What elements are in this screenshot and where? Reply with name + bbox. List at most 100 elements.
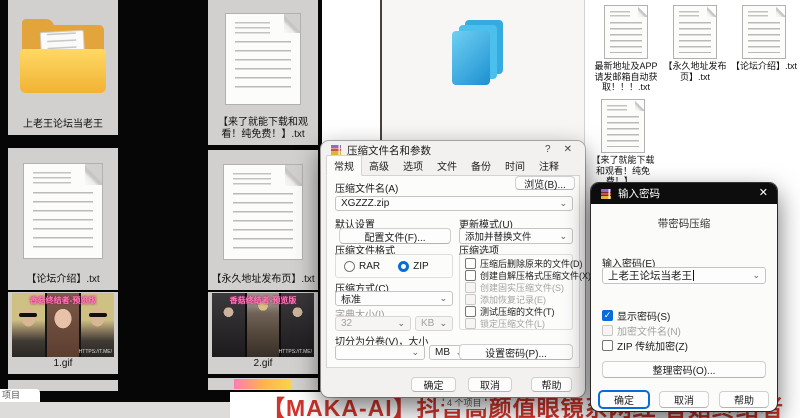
desktop-item-gif1[interactable]: 香菇终结者-预览版 HTTPS://T.ME/ 1.gif — [8, 292, 118, 374]
file-label: 【来了就能下载 和观看！纯免 费！】... — [591, 155, 654, 187]
tab-backup[interactable]: 备份 — [464, 156, 498, 175]
format-rar-radio[interactable]: RAR — [344, 261, 380, 272]
checkbox-icon — [465, 294, 476, 305]
chevron-down-icon[interactable]: ⌄ — [559, 232, 567, 241]
file-label: 【来了就能下载和观看！纯免费！】.txt — [208, 117, 318, 145]
show-password-checkbox[interactable]: ✓ 显示密码(S) — [602, 309, 670, 321]
archive-format-group: RAR ZIP — [335, 254, 453, 278]
checkbox-checked-icon: ✓ — [602, 310, 613, 321]
help-button[interactable]: 帮助 — [719, 391, 769, 408]
text-file-icon — [24, 164, 102, 258]
cancel-button[interactable]: 取消 — [468, 377, 512, 392]
checkbox-icon — [465, 258, 476, 269]
close-icon[interactable]: ✕ — [560, 145, 576, 155]
option-recovery-record-checkbox: 添加恢复记录(E) — [465, 293, 546, 305]
winrar-icon — [600, 188, 612, 200]
option-sfx-checkbox[interactable]: 创建自解压格式压缩文件(X) — [465, 269, 591, 281]
set-password-button[interactable]: 设置密码(P)... — [459, 344, 573, 360]
checkbox-icon — [465, 282, 476, 293]
help-button[interactable]: 帮助 — [531, 377, 572, 392]
desktop-item-permanent-address-txt-tile[interactable]: 【永久地址发布页】.txt — [208, 150, 318, 290]
password-dialog-body: 带密码压缩 输入密码(E) 上老王论坛当老王 ⌄ ✓ 显示密码(S) 加密文件名… — [591, 204, 777, 411]
cancel-button[interactable]: 取消 — [659, 391, 709, 408]
close-icon[interactable]: ✕ — [759, 188, 768, 199]
file-label: 最新地址及APP 请发邮箱自动获 取！！！.txt — [594, 61, 657, 93]
tab-general[interactable]: 常规 — [326, 155, 362, 176]
archive-name-combobox[interactable]: XGZZZ.zip⌄ — [335, 196, 573, 211]
browse-button[interactable]: 浏览(B)... — [515, 176, 575, 190]
status-bar-fragment: 项目 — [0, 389, 40, 402]
thumbnail-url-watermark: HTTPS://T.ME/ — [79, 349, 112, 355]
tab-advanced[interactable]: 高级 — [362, 156, 396, 175]
option-delete-files-checkbox[interactable]: 压缩后删除原来的文件(D) — [465, 257, 583, 269]
tab-page-general: 压缩文件名(A) 浏览(B)... XGZZZ.zip⌄ 默认设置 配置文件(F… — [326, 176, 580, 368]
desktop: 最新地址及APP 请发邮箱自动获 取！！！.txt 【永久地址发布 页】.txt… — [0, 0, 800, 418]
desktop-item-forum-intro-txt-tile[interactable]: 【论坛介绍】.txt — [8, 148, 118, 290]
desktop-item-permanent-address-txt[interactable]: 【永久地址发布 页】.txt — [660, 6, 730, 82]
file-label: 【论坛介绍】.txt — [8, 274, 118, 290]
ok-button[interactable]: 确定 — [411, 377, 456, 392]
page-fold-icon — [85, 164, 102, 185]
ok-button[interactable]: 确定 — [599, 391, 649, 408]
page-front — [452, 31, 490, 85]
chevron-down-icon: ⌄ — [439, 319, 447, 328]
desktop-item-gif2[interactable]: 香菇终结者-预览版 HTTPS://T.ME/ 2.gif — [208, 292, 318, 374]
password-dialog-titlebar[interactable]: 输入密码 ✕ — [591, 183, 777, 204]
desktop-item-free-download-txt[interactable]: 【来了就能下载 和观看！纯免 费！】... — [588, 100, 658, 187]
chevron-down-icon[interactable]: ⌄ — [411, 348, 419, 357]
tab-comment[interactable]: 注释 — [532, 156, 566, 175]
chevron-down-icon[interactable]: ⌄ — [439, 294, 447, 303]
page-fold-icon — [707, 6, 716, 17]
chevron-down-icon: ⌄ — [397, 319, 405, 328]
tab-time[interactable]: 时间 — [498, 156, 532, 175]
page-fold-icon — [776, 6, 785, 17]
dialog-title: 输入密码 — [618, 186, 753, 201]
chevron-down-icon[interactable]: ⌄ — [752, 271, 760, 280]
thumbnail-watermark: 香菇终结者-预览版 — [212, 295, 314, 306]
dictionary-unit-dropdown: KB⌄ — [415, 316, 453, 331]
file-label: 【论坛介绍】.txt — [731, 61, 797, 72]
page-fold-icon — [635, 100, 644, 111]
volume-size-combobox[interactable]: ⌄ — [335, 345, 425, 360]
option-solid-checkbox: 创建固实压缩文件(S) — [465, 281, 564, 293]
organize-passwords-button[interactable]: 整理密码(O)... — [602, 361, 766, 378]
file-label: 【永久地址发布页】.txt — [208, 274, 318, 290]
tab-files[interactable]: 文件 — [430, 156, 464, 175]
desktop-item-forum-intro-txt[interactable]: 【论坛介绍】.txt — [729, 6, 799, 72]
chevron-down-icon[interactable]: ⌄ — [559, 199, 567, 208]
dialog-tabs: 常规 高级 选项 文件 备份 时间 注释 — [326, 160, 580, 176]
text-file-icon — [743, 6, 785, 58]
checkbox-icon — [602, 325, 613, 336]
folder-label: 上老王论坛当老王 — [8, 119, 118, 135]
gif-thumbnail: 香菇终结者-预览版 HTTPS://T.ME/ — [12, 293, 114, 357]
compression-method-dropdown[interactable]: 标准⌄ — [335, 291, 453, 306]
gif-thumbnail: 香菇终结者-预览版 HTTPS://T.ME/ — [212, 293, 314, 357]
password-input[interactable]: 上老王论坛当老王 ⌄ — [602, 267, 766, 284]
text-cursor — [693, 270, 694, 281]
page-fold-icon — [284, 14, 300, 34]
page-fold-icon — [638, 6, 647, 17]
desktop-item-folder[interactable]: 上老王论坛当老王 — [8, 0, 118, 135]
items-count: 4 个项目 — [444, 396, 485, 409]
desktop-item-free-download-txt-tile[interactable]: 【来了就能下载和观看！纯免费！】.txt — [208, 0, 318, 145]
blue-copy-files-icon[interactable] — [452, 20, 506, 92]
tab-options[interactable]: 选项 — [396, 156, 430, 175]
thumbnail-watermark: 香菇终结者-预览版 — [12, 295, 114, 306]
text-file-icon — [602, 100, 644, 152]
checkbox-icon — [465, 318, 476, 329]
option-test-files-checkbox[interactable]: 测试压缩的文件(T) — [465, 305, 555, 317]
zip-legacy-encryption-checkbox[interactable]: ZIP 传统加密(Z) — [602, 339, 688, 351]
checkbox-icon — [602, 340, 613, 351]
help-icon[interactable]: ? — [541, 145, 555, 155]
radio-icon — [344, 261, 355, 272]
desktop-item-latest-address-txt[interactable]: 最新地址及APP 请发邮箱自动获 取！！！.txt — [591, 6, 661, 93]
archive-name-label: 压缩文件名(A) — [335, 180, 398, 195]
text-file-icon — [674, 6, 716, 58]
option-lock-archive-checkbox: 锁定压缩文件(L) — [465, 317, 545, 329]
page-fold-icon — [285, 165, 302, 186]
format-zip-radio[interactable]: ZIP — [398, 261, 429, 272]
archiving-with-password-label: 带密码压缩 — [591, 216, 777, 231]
file-label: 【永久地址发布 页】.txt — [663, 61, 726, 82]
dictionary-size-dropdown: 32⌄ — [335, 316, 411, 331]
archive-dialog: 压缩文件名和参数 ? ✕ 常规 高级 选项 文件 备份 时间 注释 压缩文件名(… — [321, 141, 585, 397]
